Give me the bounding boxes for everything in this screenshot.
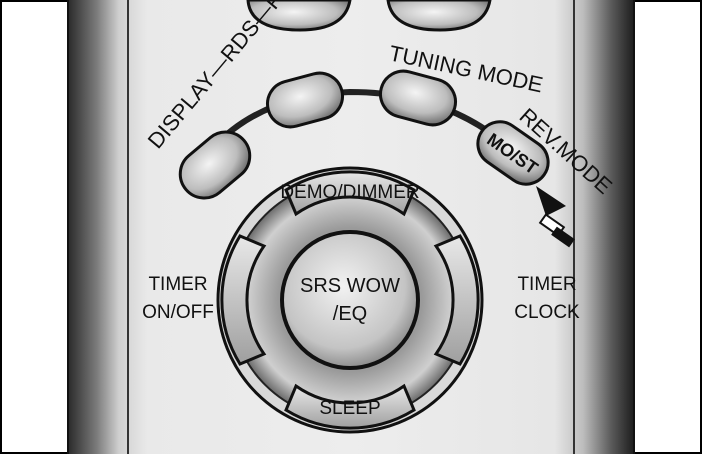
srs-wow-eq-button[interactable] bbox=[280, 230, 420, 370]
timer-onoff-label-2: ON/OFF bbox=[142, 302, 214, 323]
timer-clock-label-1: TIMER bbox=[517, 274, 576, 295]
timer-clock-label-2: CLOCK bbox=[514, 302, 580, 323]
timer-onoff-label-1: TIMER bbox=[148, 274, 207, 295]
remote-control-illustration: MO/ST DISPLAY—RDS—PTY TUNING MODE REV.MO… bbox=[0, 0, 702, 454]
sleep-label: SLEEP bbox=[319, 398, 380, 419]
srs-eq-label: /EQ bbox=[333, 303, 367, 325]
demo-dimmer-label: DEMO/DIMMER bbox=[280, 182, 419, 203]
srs-wow-label: SRS WOW bbox=[300, 275, 400, 297]
directional-pad: SRS WOW /EQ DEMO/DIMMER SLEEP bbox=[216, 166, 484, 434]
remote-drawing: MO/ST DISPLAY—RDS—PTY TUNING MODE REV.MO… bbox=[0, 0, 702, 454]
